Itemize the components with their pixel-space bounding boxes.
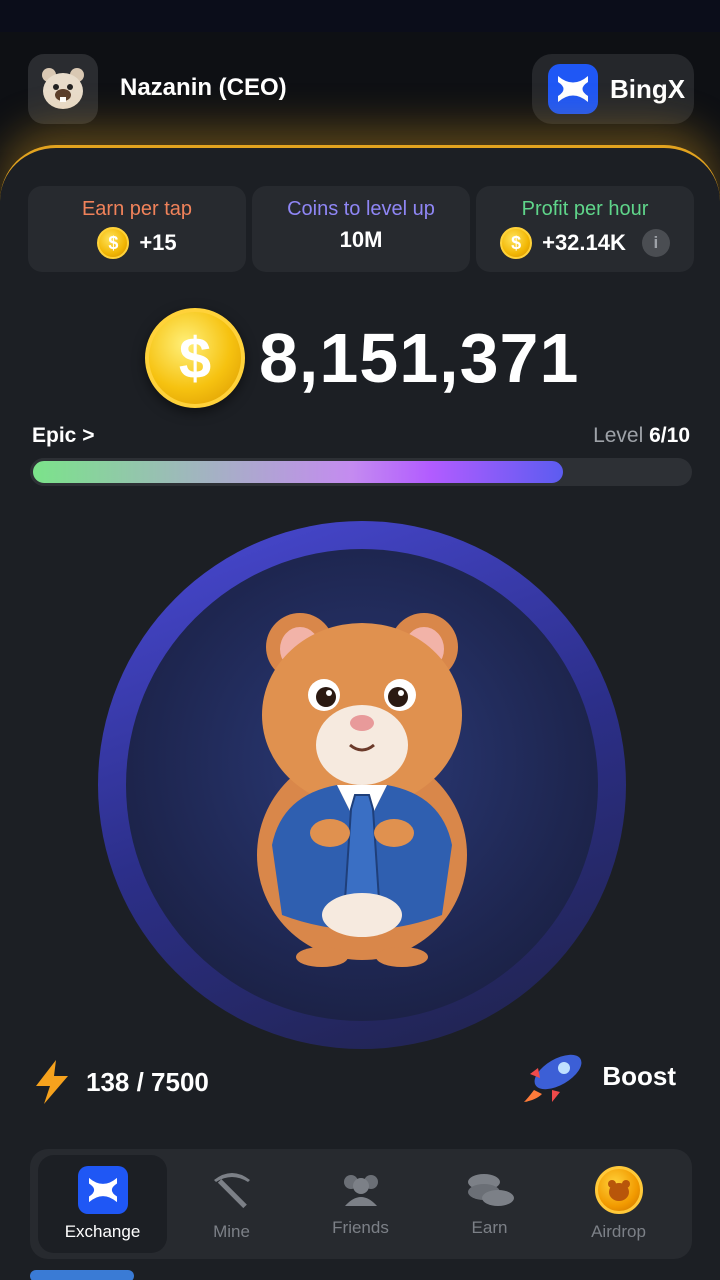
level-progress-fill xyxy=(30,458,567,486)
nav-label: Exchange xyxy=(64,1222,141,1241)
info-icon[interactable]: i xyxy=(641,229,670,257)
stat-title: Earn per tap xyxy=(81,198,193,220)
balance: $ 8,151,371 xyxy=(145,308,579,408)
home-indicator xyxy=(30,1270,134,1280)
exchange-label: BingX xyxy=(610,73,686,104)
pickaxe-icon xyxy=(213,1173,250,1209)
nav-friends[interactable]: Friends xyxy=(296,1149,425,1259)
rocket-icon xyxy=(524,1054,582,1102)
status-strip xyxy=(0,0,720,32)
boost-label: Boost xyxy=(602,1060,676,1091)
boost-button[interactable]: Boost xyxy=(522,1048,676,1104)
energy-indicator: 138 / 7500 xyxy=(32,1060,209,1104)
nav-label: Mine xyxy=(213,1222,250,1241)
main-panel: Earn per tap $ +15 Coins to level up 10M… xyxy=(0,145,720,1280)
stat-coins-to-level-up: Coins to level up 10M xyxy=(252,186,470,272)
rank-link[interactable]: Epic > xyxy=(32,424,94,448)
nav-label: Earn xyxy=(471,1218,508,1237)
nav-mine[interactable]: Mine xyxy=(167,1149,296,1259)
stat-title: Profit per hour xyxy=(521,198,649,220)
lightning-icon xyxy=(36,1060,68,1104)
tap-button[interactable] xyxy=(98,521,626,1049)
avatar[interactable] xyxy=(28,54,98,124)
header: Nazanin (CEO) BingX xyxy=(0,32,720,152)
rank-label: Epic xyxy=(32,424,77,447)
coin-large-icon: $ xyxy=(145,308,245,408)
nav-label: Airdrop xyxy=(591,1222,646,1241)
bottom-nav: Exchange Mine Friends Earn Airdrop xyxy=(30,1149,692,1259)
tap-button-inner[interactable] xyxy=(126,549,598,1021)
stat-earn-per-tap: Earn per tap $ +15 xyxy=(28,186,246,272)
friends-icon xyxy=(343,1175,378,1206)
stat-value: +15 xyxy=(139,230,177,255)
nav-exchange[interactable]: Exchange xyxy=(38,1155,167,1253)
stat-value: 10M xyxy=(339,227,383,252)
bingx-logo-icon xyxy=(548,64,598,114)
balance-value: 8,151,371 xyxy=(259,319,580,397)
stat-profit-per-hour: Profit per hour $ +32.14K i xyxy=(476,186,694,272)
airdrop-coin-icon xyxy=(594,1166,643,1214)
coin-icon: $ xyxy=(97,227,130,259)
hamster-avatar-icon xyxy=(42,68,84,109)
nav-label: Friends xyxy=(332,1218,389,1237)
exchange-icon xyxy=(77,1166,128,1214)
stat-title: Coins to level up xyxy=(287,198,435,220)
coins-stack-icon xyxy=(467,1174,514,1206)
coin-icon: $ xyxy=(500,227,533,259)
stat-value: +32.14K xyxy=(542,230,626,255)
level-indicator: Level 6/10 xyxy=(593,424,690,448)
hamster-ceo-icon xyxy=(257,613,467,967)
nav-airdrop[interactable]: Airdrop xyxy=(554,1149,683,1259)
level-value: 6/10 xyxy=(649,424,690,447)
nav-earn[interactable]: Earn xyxy=(425,1149,554,1259)
level-progress-bar xyxy=(30,458,692,486)
energy-value: 138 / 7500 xyxy=(86,1066,209,1097)
exchange-selector-button[interactable]: BingX xyxy=(532,54,694,124)
chevron-right-icon: > xyxy=(82,424,95,447)
username: Nazanin (CEO) xyxy=(120,74,287,101)
level-prefix: Level xyxy=(593,424,644,447)
